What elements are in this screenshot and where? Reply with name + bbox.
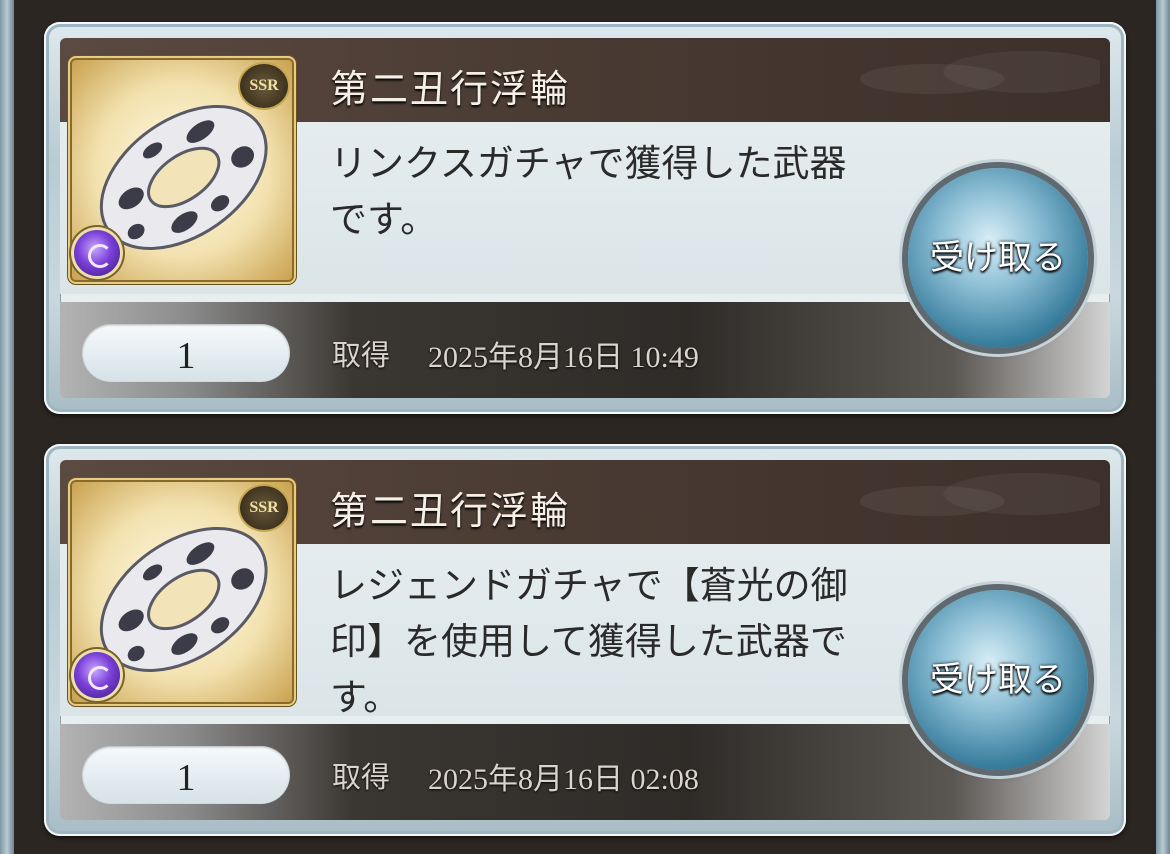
gift-item-panel: 第二丑行浮輪 リンクスガチャで獲得した武器です。 1 取得 2025年8月16日… bbox=[60, 38, 1110, 398]
gift-item-card: 第二丑行浮輪 リンクスガチャで獲得した武器です。 1 取得 2025年8月16日… bbox=[44, 22, 1126, 414]
item-name: 第二丑行浮輪 bbox=[330, 489, 571, 533]
dark-element-icon bbox=[74, 652, 120, 698]
obtain-date: 2025年8月16日 02:08 bbox=[428, 763, 699, 796]
receive-button[interactable]: 受け取る bbox=[908, 590, 1088, 770]
weapon-thumbnail[interactable]: SSR bbox=[72, 482, 292, 702]
item-description: リンクスガチャで獲得した武器です。 bbox=[330, 142, 847, 241]
rarity-badge: SSR bbox=[240, 64, 288, 108]
item-name: 第二丑行浮輪 bbox=[330, 67, 571, 111]
dark-element-icon bbox=[74, 230, 120, 276]
receive-button[interactable]: 受け取る bbox=[908, 168, 1088, 348]
obtain-label: 取得 bbox=[332, 760, 391, 794]
obtain-date: 2025年8月16日 10:49 bbox=[428, 341, 699, 374]
gift-item-card: 第二丑行浮輪 レジェンドガチャで【蒼光の御印】を使用して獲得した武器です。 1 … bbox=[44, 444, 1126, 836]
quantity-badge: 1 bbox=[82, 746, 290, 804]
obtain-label: 取得 bbox=[332, 338, 391, 372]
weapon-thumbnail[interactable]: SSR bbox=[72, 60, 292, 280]
item-description: レジェンドガチャで【蒼光の御印】を使用して獲得した武器です。 bbox=[330, 564, 848, 719]
rarity-badge: SSR bbox=[240, 486, 288, 530]
gift-item-panel: 第二丑行浮輪 レジェンドガチャで【蒼光の御印】を使用して獲得した武器です。 1 … bbox=[60, 460, 1110, 820]
left-frame-rail bbox=[0, 0, 14, 854]
quantity-badge: 1 bbox=[82, 324, 290, 382]
right-frame-rail bbox=[1156, 0, 1170, 854]
